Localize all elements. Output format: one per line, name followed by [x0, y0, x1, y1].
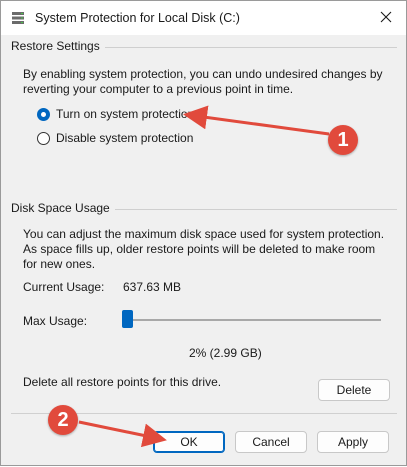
annotation-badge-1: 1: [328, 125, 358, 155]
apply-button[interactable]: Apply: [317, 431, 389, 453]
current-usage-value: 637.63 MB: [123, 280, 182, 294]
system-protection-icon: [11, 11, 25, 25]
max-usage-label: Max Usage:: [23, 314, 88, 328]
max-usage-slider-track[interactable]: [127, 319, 381, 321]
annotation-badge-2: 2: [48, 405, 78, 435]
radio-disable-protection[interactable]: Disable system protection: [37, 131, 193, 145]
close-button[interactable]: [366, 1, 406, 33]
close-icon: [380, 11, 392, 23]
cancel-button[interactable]: Cancel: [235, 431, 307, 453]
radio-indicator[interactable]: [37, 131, 50, 145]
radio-turn-on-protection[interactable]: Turn on system protection: [37, 107, 194, 121]
max-usage-value: 2% (2.99 GB): [189, 346, 262, 360]
dialog-window: System Protection for Local Disk (C:) Re…: [0, 0, 407, 466]
annotation-arrow-2: [78, 420, 167, 448]
title-bar: System Protection for Local Disk (C:): [1, 1, 406, 35]
radio-indicator-selected[interactable]: [37, 107, 50, 121]
restore-settings-label: Restore Settings: [11, 39, 105, 53]
window-title: System Protection for Local Disk (C:): [35, 11, 240, 25]
delete-button[interactable]: Delete: [318, 379, 390, 401]
disk-space-usage-label: Disk Space Usage: [11, 201, 115, 215]
disk-space-description: You can adjust the maximum disk space us…: [23, 227, 385, 271]
restore-settings-description: By enabling system protection, you can u…: [23, 67, 383, 96]
radio-label-disable: Disable system protection: [56, 131, 194, 145]
current-usage-label: Current Usage:: [23, 280, 105, 294]
max-usage-slider-thumb[interactable]: [122, 310, 133, 328]
radio-label-turn-on: Turn on system protection: [56, 107, 195, 121]
delete-restore-points-text: Delete all restore points for this drive…: [23, 375, 222, 389]
ok-button[interactable]: OK: [153, 431, 225, 453]
